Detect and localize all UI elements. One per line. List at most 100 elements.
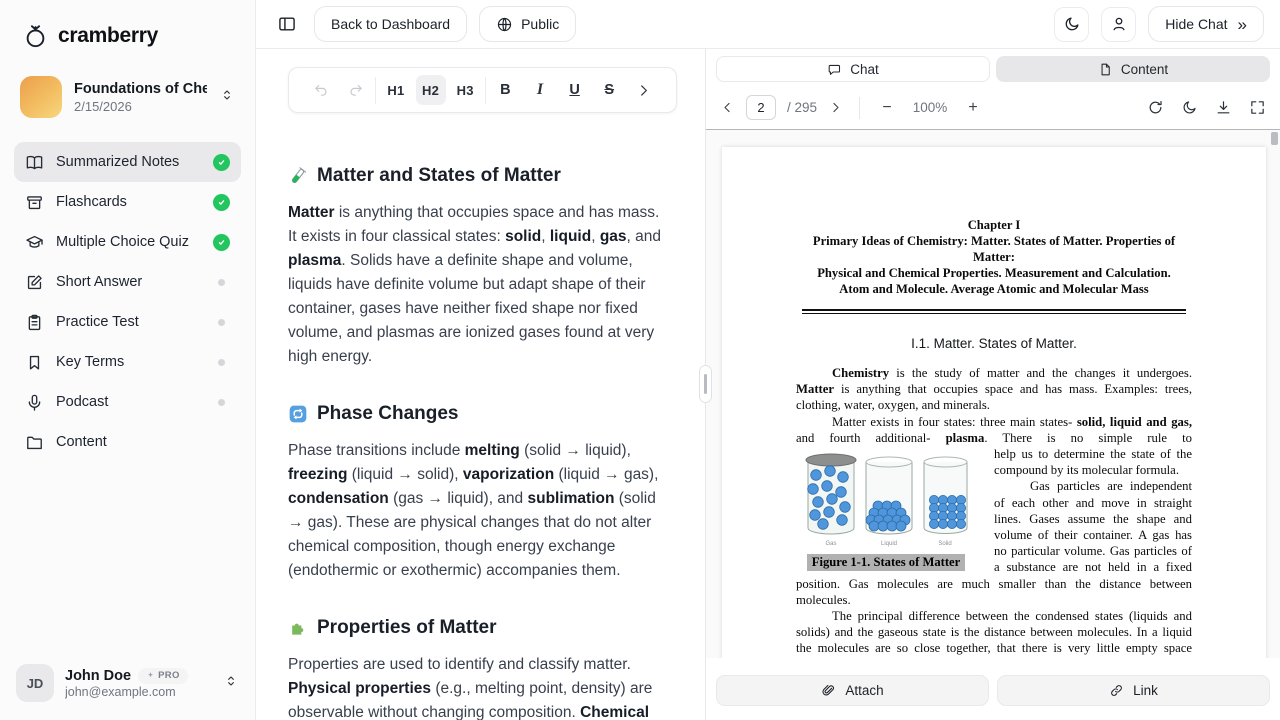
svg-text:Solid: Solid <box>938 541 951 547</box>
short-answer-icon <box>25 273 44 292</box>
sidebar-item-label: Practice Test <box>56 314 206 330</box>
pro-badge: PRO <box>138 668 188 684</box>
redo-button[interactable] <box>341 75 371 105</box>
states-of-matter-figure: Gas Liquid Solid Figure 1-1. States of M… <box>802 449 970 571</box>
podcast-icon <box>25 393 44 412</box>
toolbar-divider <box>485 77 486 104</box>
page-number-input[interactable] <box>746 95 776 120</box>
document-section-heading: I.1. Matter. States of Matter. <box>796 336 1192 351</box>
document-paragraph: Chemistry is the study of matter and the… <box>796 365 1192 414</box>
panel-resize-handle[interactable] <box>699 365 712 403</box>
previous-page-button[interactable] <box>720 100 735 115</box>
section-paragraph[interactable]: Matter is anything that occupies space a… <box>288 201 671 369</box>
link-icon <box>1109 683 1124 698</box>
bold-text-run: liquid <box>550 228 591 245</box>
scrollbar-thumb[interactable] <box>1271 132 1278 145</box>
sidebar-item-flashcards[interactable]: Flashcards <box>14 182 241 222</box>
panel-bottom-bar: Attach Link <box>706 658 1280 720</box>
practice-test-icon <box>25 313 44 332</box>
chat-content-panel: Chat Content / 295 − 100% + <box>706 49 1280 720</box>
text-run: (liquid → gas), <box>554 466 658 483</box>
rotate-refresh-button[interactable] <box>1147 99 1164 116</box>
paperclip-icon <box>821 683 836 698</box>
bold-text-run: Chemistry <box>832 366 889 380</box>
text-run: (liquid → solid), <box>347 466 462 483</box>
undo-button[interactable] <box>306 75 336 105</box>
next-page-button[interactable] <box>828 100 843 115</box>
chevrons-right-icon: » <box>1238 16 1247 33</box>
heading2-button[interactable]: H2 <box>416 75 446 105</box>
page-total: / 295 <box>787 100 817 115</box>
sidebar-item-practice-test[interactable]: Practice Test <box>14 302 241 342</box>
app-title: cramberry <box>58 24 158 48</box>
course-date: 2/15/2026 <box>74 99 207 114</box>
attach-button[interactable]: Attach <box>716 675 989 706</box>
text-run: Phase transitions include <box>288 442 465 459</box>
zoom-in-button[interactable]: + <box>962 97 984 119</box>
tab-content[interactable]: Content <box>996 56 1270 82</box>
sidebar-item-summarized-notes[interactable]: Summarized Notes <box>14 142 241 182</box>
chevrons-up-down-icon[interactable] <box>223 673 239 694</box>
sidebar-item-label: Multiple Choice Quiz <box>56 234 201 250</box>
sidebar-item-multiple-choice-quiz[interactable]: Multiple Choice Quiz <box>14 222 241 262</box>
title-rule <box>802 309 1186 314</box>
complete-badge-icon <box>213 154 230 171</box>
pdf-theme-button[interactable] <box>1181 99 1198 116</box>
underline-button[interactable]: U <box>560 75 590 105</box>
pending-dot-icon <box>218 319 225 326</box>
account-button[interactable] <box>1101 7 1136 42</box>
section-heading-matter-and-states-of-matter[interactable]: Matter and States of Matter <box>288 165 671 187</box>
app-root: cramberry Foundations of Che... 2/15/202… <box>0 0 1280 720</box>
public-button[interactable]: Public <box>479 6 576 42</box>
tab-chat[interactable]: Chat <box>716 56 990 82</box>
pending-dot-icon <box>218 359 225 366</box>
sidebar-toggle-button[interactable] <box>272 9 302 39</box>
bold-text-run: vaporization <box>463 466 554 483</box>
quiz-icon <box>25 233 44 252</box>
bold-text-run: solid, liquid and gas, <box>1077 415 1192 429</box>
back-to-dashboard-button[interactable]: Back to Dashboard <box>314 6 467 42</box>
section-heading-phase-changes[interactable]: Phase Changes <box>288 403 671 425</box>
document-title-line: Physical and Chemical Properties. Measur… <box>796 265 1192 281</box>
fullscreen-button[interactable] <box>1249 99 1266 116</box>
chevrons-up-down-icon[interactable] <box>219 87 235 108</box>
heading1-button[interactable]: H1 <box>381 75 411 105</box>
strikethrough-button[interactable]: S <box>594 75 624 105</box>
svg-text:Liquid: Liquid <box>881 541 897 547</box>
more-tools-button[interactable] <box>629 75 659 105</box>
bold-text-run: plasma <box>946 431 985 445</box>
section-title: Properties of Matter <box>317 617 496 639</box>
sidebar-item-label: Key Terms <box>56 354 206 370</box>
bold-button[interactable]: B <box>490 75 520 105</box>
section-paragraph[interactable]: Properties are used to identify and clas… <box>288 653 671 720</box>
zoom-out-button[interactable]: − <box>876 97 898 119</box>
pdf-viewport[interactable]: Chapter IPrimary Ideas of Chemistry: Mat… <box>706 130 1280 658</box>
sidebar-item-key-terms[interactable]: Key Terms <box>14 342 241 382</box>
heading3-button[interactable]: H3 <box>450 75 480 105</box>
italic-button[interactable]: I <box>525 75 555 105</box>
logo: cramberry <box>0 0 255 49</box>
hide-chat-button[interactable]: Hide Chat» <box>1148 6 1264 42</box>
text-run: , <box>541 228 550 245</box>
download-button[interactable] <box>1215 99 1232 116</box>
section-heading-properties-of-matter[interactable]: Properties of Matter <box>288 617 671 639</box>
link-button[interactable]: Link <box>997 675 1270 706</box>
bold-text-run: freezing <box>288 466 347 483</box>
figure-caption: Figure 1-1. States of Matter <box>807 554 965 571</box>
topbar: Back to Dashboard Public Hide Chat» <box>256 0 1280 49</box>
text-run: and fourth additional- <box>796 431 946 445</box>
notes-editor-content[interactable]: Matter and States of Matter Matter is any… <box>256 113 705 720</box>
complete-badge-icon <box>213 234 230 251</box>
course-selector[interactable]: Foundations of Che... 2/15/2026 <box>14 76 241 118</box>
repeat-icon <box>288 404 308 424</box>
puzzle-icon <box>288 618 308 638</box>
section-paragraph[interactable]: Phase transitions include melting (solid… <box>288 439 671 583</box>
user-menu[interactable]: JD John Doe PRO john@example.com <box>0 649 255 720</box>
theme-toggle-button[interactable] <box>1054 7 1089 42</box>
text-run: The principal difference between the con… <box>796 609 1192 658</box>
sidebar-item-short-answer[interactable]: Short Answer <box>14 262 241 302</box>
sidebar-item-podcast[interactable]: Podcast <box>14 382 241 422</box>
sidebar-item-content[interactable]: Content <box>14 422 241 462</box>
document-title-line: Primary Ideas of Chemistry: Matter. Stat… <box>796 233 1192 265</box>
document-title: Chapter IPrimary Ideas of Chemistry: Mat… <box>796 217 1192 297</box>
